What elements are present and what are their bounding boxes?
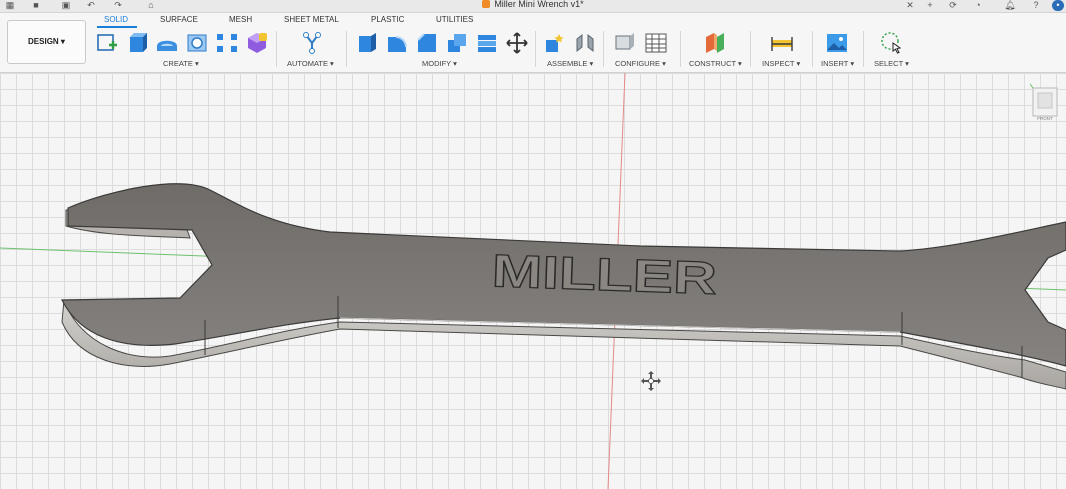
group-configure[interactable]: CONFIGURE ▾ (615, 59, 666, 68)
tab-sheet-metal[interactable]: SHEET METAL (284, 15, 339, 24)
group-create[interactable]: CREATE ▾ (163, 59, 199, 68)
separator (603, 31, 604, 67)
help-icon[interactable]: ? (1030, 0, 1042, 11)
tab-plastic[interactable]: PLASTIC (371, 15, 404, 24)
extrude-icon[interactable] (125, 31, 149, 55)
fillet-icon[interactable] (385, 31, 409, 55)
separator (812, 31, 813, 67)
tab-solid-underline (97, 26, 137, 28)
insert-image-icon[interactable] (825, 31, 849, 55)
document-cube-icon (482, 0, 491, 8)
group-assemble[interactable]: ASSEMBLE ▾ (547, 59, 593, 68)
revolve-icon[interactable] (155, 31, 179, 55)
pattern-icon[interactable] (215, 31, 239, 55)
offset-plane-icon[interactable] (703, 31, 727, 55)
viewcube[interactable]: FRONT (1030, 82, 1060, 126)
title-bar: ▦ ■ ▣ ↶ ↷ ⌂ Miller Mini Wrench v1* ✕ + ⟳… (0, 0, 1066, 13)
create-sketch-icon[interactable] (95, 31, 119, 55)
ribbon-toolbar: DESIGN ▾ SOLID SURFACE MESH SHEET METAL … (0, 13, 1066, 73)
avatar-icon[interactable]: • (1052, 0, 1064, 11)
move-cursor-icon (641, 371, 661, 391)
separator (346, 31, 347, 67)
close-tab-icon[interactable]: ✕ (904, 0, 916, 11)
automate-icon[interactable] (300, 31, 324, 55)
refresh-icon[interactable]: ⟳ (947, 0, 959, 11)
group-insert[interactable]: INSERT ▾ (821, 59, 854, 68)
shell-icon[interactable] (445, 31, 469, 55)
separator (680, 31, 681, 67)
combine-icon[interactable] (475, 31, 499, 55)
tab-mesh[interactable]: MESH (229, 15, 252, 24)
tab-surface[interactable]: SURFACE (160, 15, 198, 24)
chamfer-icon[interactable] (415, 31, 439, 55)
window-select-icon[interactable] (879, 31, 903, 55)
group-construct[interactable]: CONSTRUCT ▾ (689, 59, 742, 68)
group-modify[interactable]: MODIFY ▾ (422, 59, 457, 68)
form-icon[interactable] (245, 31, 269, 55)
tab-solid[interactable]: SOLID (104, 15, 128, 24)
job-status-icon[interactable]: ◔ (972, 0, 984, 11)
viewcube-face-label: FRONT (1037, 116, 1053, 121)
press-pull-icon[interactable] (355, 31, 379, 55)
separator (750, 31, 751, 67)
tab-utilities[interactable]: UTILITIES (436, 15, 473, 24)
separator (535, 31, 536, 67)
separator (863, 31, 864, 67)
document-title-text: Miller Mini Wrench v1* (494, 0, 584, 9)
move-icon[interactable] (505, 31, 529, 55)
engraved-text: MILLER (491, 244, 718, 304)
measure-icon[interactable] (770, 31, 794, 55)
group-automate[interactable]: AUTOMATE ▾ (287, 59, 334, 68)
configure-icon[interactable] (613, 31, 637, 55)
separator (276, 31, 277, 67)
configuration-table-icon[interactable] (644, 31, 668, 55)
joint-icon[interactable] (573, 31, 597, 55)
group-select[interactable]: SELECT ▾ (874, 59, 909, 68)
new-component-icon[interactable] (543, 31, 567, 55)
workspace-switcher[interactable]: DESIGN ▾ (7, 20, 86, 64)
hole-icon[interactable] (185, 31, 209, 55)
canvas-viewport[interactable]: MILLER FRONT (0, 73, 1066, 489)
add-icon[interactable]: + (924, 0, 936, 11)
model-canvas[interactable]: MILLER (0, 73, 1066, 489)
group-inspect[interactable]: INSPECT ▾ (762, 59, 800, 68)
notifications-icon[interactable]: 🔔︎ (1004, 0, 1016, 11)
